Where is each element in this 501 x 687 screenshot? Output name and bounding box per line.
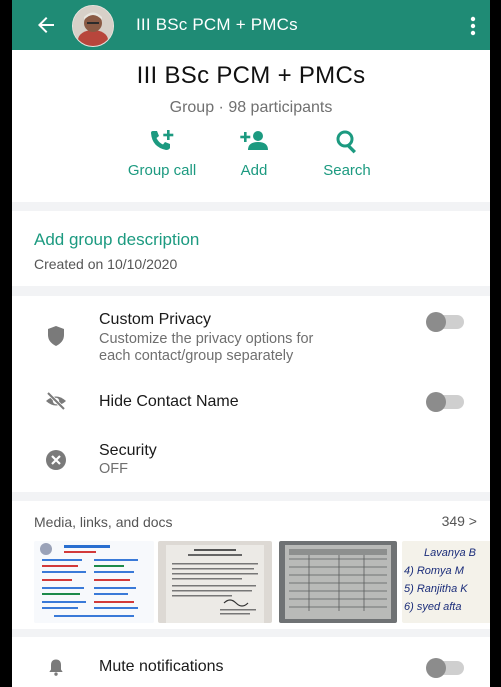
letter-thumbnail-image xyxy=(158,541,272,623)
search-label: Search xyxy=(323,162,371,179)
custom-privacy-desc-line1: Customize the privacy options for xyxy=(99,331,314,347)
handwriting-line: 6) syed afta xyxy=(404,601,462,613)
handwriting-line: 5) Ranjitha K xyxy=(404,583,468,595)
custom-privacy-toggle[interactable] xyxy=(426,312,464,332)
cancel-circle-icon xyxy=(46,450,66,470)
hide-contact-name-toggle[interactable] xyxy=(426,392,464,412)
search-icon xyxy=(336,130,357,154)
security-row[interactable]: Security OFF xyxy=(12,436,490,486)
handwriting-line: 4) Romya M xyxy=(404,565,464,577)
document-thumbnail-image xyxy=(34,541,154,623)
privacy-settings: Custom Privacy Customize the privacy opt… xyxy=(12,296,490,492)
media-thumbnail[interactable] xyxy=(158,541,272,623)
group-info-screen: III BSc PCM + PMCs III BSc PCM + PMCs Gr… xyxy=(12,0,490,687)
add-person-icon xyxy=(240,131,268,150)
more-options-icon[interactable] xyxy=(468,14,478,38)
description-section: Add group description Created on 10/10/2… xyxy=(12,211,490,286)
hide-contact-name-title: Hide Contact Name xyxy=(99,393,239,410)
shield-icon xyxy=(48,326,64,346)
mute-notifications-row[interactable]: Mute notifications xyxy=(12,637,490,687)
custom-privacy-title: Custom Privacy xyxy=(99,311,212,328)
security-title: Security xyxy=(99,442,157,459)
eye-off-icon xyxy=(46,391,66,411)
avatar-image xyxy=(73,6,113,46)
security-status: OFF xyxy=(99,461,128,477)
handwriting-line: Lavanya B xyxy=(424,547,476,559)
group-avatar[interactable] xyxy=(72,5,114,47)
add-group-description-link[interactable]: Add group description xyxy=(34,230,199,250)
created-date: Created on 10/10/2020 xyxy=(34,256,178,272)
media-count[interactable]: 349 > xyxy=(442,513,477,529)
search-button[interactable]: Search xyxy=(287,128,407,179)
group-name: III BSc PCM + PMCs xyxy=(136,62,366,89)
media-thumbnail[interactable] xyxy=(34,541,154,623)
hide-contact-name-row[interactable]: Hide Contact Name xyxy=(12,382,490,422)
toggle-knob xyxy=(426,392,446,412)
back-arrow-icon[interactable] xyxy=(34,13,58,37)
mute-notifications-toggle[interactable] xyxy=(426,658,464,678)
participants-count: Group · 98 participants xyxy=(169,99,333,116)
toggle-knob xyxy=(426,312,446,332)
media-section-title: Media, links, and docs xyxy=(34,514,173,530)
media-thumbnail[interactable]: Lavanya B 4) Romya M 5) Ranjitha K 6) sy… xyxy=(402,541,490,623)
custom-privacy-desc-line2: each contact/group separately xyxy=(99,348,294,364)
custom-privacy-row[interactable]: Custom Privacy Customize the privacy opt… xyxy=(12,296,490,366)
media-thumbnail[interactable] xyxy=(279,541,397,623)
mute-notifications-title: Mute notifications xyxy=(99,658,224,675)
app-bar: III BSc PCM + PMCs xyxy=(12,0,490,50)
bell-icon xyxy=(49,659,63,676)
toggle-knob xyxy=(426,658,446,678)
group-call-icon xyxy=(151,130,174,150)
group-header: III BSc PCM + PMCs Group · 98 participan… xyxy=(12,50,490,202)
app-bar-title[interactable]: III BSc PCM + PMCs xyxy=(136,15,298,35)
table-thumbnail-image xyxy=(279,541,397,623)
media-links-docs-section[interactable]: Media, links, and docs 349 > Lavanya B 4… xyxy=(12,501,490,629)
